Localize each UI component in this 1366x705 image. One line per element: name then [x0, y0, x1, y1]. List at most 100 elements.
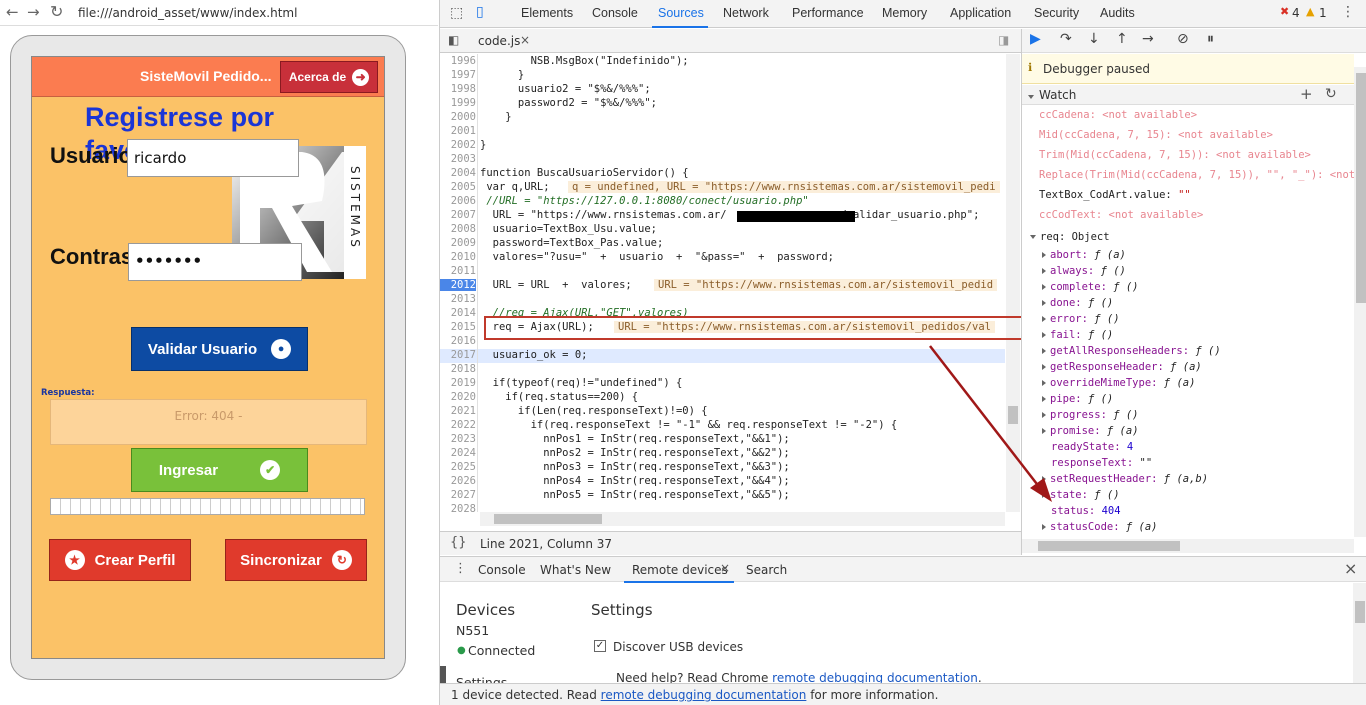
line-number[interactable]: 1999 — [440, 97, 476, 109]
pause-exceptions-icon[interactable]: ⏸ — [1207, 31, 1214, 47]
sync-button[interactable]: Sincronizar ↻ — [225, 539, 367, 581]
file-tab-code-js[interactable]: code.js — [478, 34, 520, 48]
help-link[interactable]: remote debugging documentation — [772, 671, 978, 683]
line-number[interactable]: 2005 — [440, 181, 476, 193]
line-number[interactable]: 2001 — [440, 125, 476, 137]
sidebar-hscrollbar[interactable] — [1022, 539, 1354, 553]
close-tab-icon[interactable]: × — [720, 561, 730, 575]
line-number[interactable]: 2026 — [440, 475, 476, 487]
tab-security[interactable]: Security — [1034, 6, 1079, 20]
line-number[interactable]: 2024 — [440, 447, 476, 459]
step-into-icon[interactable]: ↓ — [1088, 31, 1100, 47]
navigator-toggle-icon[interactable]: ◧ — [448, 33, 459, 47]
editor-hscrollbar[interactable] — [480, 512, 1005, 526]
line-number[interactable]: 2000 — [440, 111, 476, 123]
forward-icon[interactable]: → — [27, 3, 40, 21]
status-link[interactable]: remote debugging documentation — [601, 688, 807, 702]
tab-console[interactable]: Console — [592, 6, 638, 20]
line-number[interactable]: 1998 — [440, 83, 476, 95]
line-number[interactable]: 2010 — [440, 251, 476, 263]
error-count[interactable]: 4 — [1292, 6, 1300, 20]
property-row[interactable]: done: ƒ () — [1042, 297, 1113, 309]
line-number[interactable]: 2025 — [440, 461, 476, 473]
line-number[interactable]: 2021 — [440, 405, 476, 417]
property-row[interactable]: error: ƒ () — [1042, 313, 1120, 325]
watch-item-req[interactable]: req: Object — [1030, 231, 1110, 243]
discover-usb-checkbox[interactable]: ✓ — [594, 640, 606, 652]
validate-user-button[interactable]: Validar Usuario ● — [131, 327, 308, 371]
tab-performance[interactable]: Performance — [792, 6, 864, 20]
username-field[interactable]: ricardo — [127, 139, 299, 177]
debugger-toggle-icon[interactable]: ◨ — [998, 33, 1009, 47]
watch-header[interactable]: Watch + ↻ — [1022, 85, 1354, 105]
line-number[interactable]: 2002 — [440, 139, 476, 151]
inspect-icon[interactable]: ⬚ — [450, 5, 463, 21]
watch-item[interactable]: Mid(ccCadena, 7, 15): <not available> — [1039, 129, 1273, 141]
device-toggle-icon[interactable]: ▯ — [476, 4, 484, 20]
create-profile-button[interactable]: ★ Crear Perfil — [49, 539, 191, 581]
sidebar-scrollbar[interactable] — [1354, 67, 1366, 537]
watch-item[interactable]: Trim(Mid(ccCadena, 7, 15)): <not availab… — [1039, 149, 1311, 161]
drawer-menu-icon[interactable]: ⋮ — [454, 561, 467, 576]
line-number[interactable]: 2027 — [440, 489, 476, 501]
property-row[interactable]: complete: ƒ () — [1042, 281, 1139, 293]
property-row[interactable]: statusCode: ƒ (a) — [1042, 521, 1157, 533]
menu-icon[interactable]: ⋮ — [1341, 4, 1355, 20]
line-number[interactable]: 2015 — [440, 321, 476, 333]
settings-side-item[interactable]: Settings — [456, 675, 507, 683]
about-button[interactable]: Acerca de ➜ — [280, 61, 378, 93]
line-number[interactable]: 2016 — [440, 335, 476, 347]
drawer-scrollbar[interactable] — [1353, 583, 1366, 683]
line-number[interactable]: 2023 — [440, 433, 476, 445]
line-number[interactable]: 2020 — [440, 391, 476, 403]
tab-network[interactable]: Network — [723, 6, 769, 20]
reload-icon[interactable]: ↻ — [50, 2, 63, 21]
line-number[interactable]: 2012 — [440, 279, 476, 291]
line-number[interactable]: 2028 — [440, 503, 476, 512]
url-text[interactable]: file:///android_asset/www/index.html — [78, 6, 297, 20]
line-number[interactable]: 2013 — [440, 293, 476, 305]
watch-item[interactable]: ccCodText: <not available> — [1039, 209, 1203, 221]
watch-item[interactable]: ccCadena: <not available> — [1039, 109, 1197, 121]
line-number[interactable]: 2006 — [440, 195, 476, 207]
add-watch-icon[interactable]: + — [1300, 85, 1313, 103]
resume-icon[interactable]: ▶ — [1030, 31, 1041, 47]
line-number[interactable]: 2017 — [440, 349, 476, 361]
line-number[interactable]: 2018 — [440, 363, 476, 375]
line-number[interactable]: 2019 — [440, 377, 476, 389]
refresh-icon[interactable]: ↻ — [1325, 86, 1337, 102]
line-number[interactable]: 2008 — [440, 223, 476, 235]
login-button[interactable]: Ingresar ✔ — [131, 448, 308, 492]
step-out-icon[interactable]: ↑ — [1116, 31, 1128, 47]
line-number[interactable]: 2004 — [440, 167, 476, 179]
close-drawer-icon[interactable]: × — [1344, 559, 1357, 578]
device-name[interactable]: N551 — [456, 623, 489, 638]
tab-application[interactable]: Application — [950, 6, 1011, 20]
tab-audits[interactable]: Audits — [1100, 6, 1135, 20]
watch-item[interactable]: Replace(Trim(Mid(ccCadena, 7, 15)), "", … — [1039, 169, 1354, 181]
line-number[interactable]: 2003 — [440, 153, 476, 165]
line-number[interactable]: 1997 — [440, 69, 476, 81]
line-number[interactable]: 2009 — [440, 237, 476, 249]
tab-sources[interactable]: Sources — [658, 6, 704, 20]
tab-memory[interactable]: Memory — [882, 6, 927, 20]
back-icon[interactable]: ← — [6, 3, 19, 21]
line-number[interactable]: 2014 — [440, 307, 476, 319]
property-row[interactable]: always: ƒ () — [1042, 265, 1126, 277]
drawer-tab-console[interactable]: Console — [478, 563, 526, 577]
line-number[interactable]: 1996 — [440, 55, 476, 67]
watch-item[interactable]: TextBox_CodArt.value: "" — [1039, 189, 1191, 201]
line-number[interactable]: 2007 — [440, 209, 476, 221]
drawer-tab-whats-new[interactable]: What's New — [540, 563, 611, 577]
warning-count[interactable]: 1 — [1319, 6, 1327, 20]
drawer-tab-remote-devices[interactable]: Remote devices — [632, 563, 728, 577]
close-icon[interactable]: × — [520, 33, 530, 47]
step-over-icon[interactable]: ↷ — [1060, 31, 1072, 47]
password-field[interactable]: ••••••• — [128, 243, 302, 281]
line-number[interactable]: 2011 — [440, 265, 476, 277]
pretty-print-icon[interactable]: {} — [450, 535, 467, 550]
deactivate-breakpoints-icon[interactable]: ⊘ — [1177, 31, 1189, 47]
tab-elements[interactable]: Elements — [521, 6, 573, 20]
step-icon[interactable]: → — [1142, 31, 1154, 47]
line-number[interactable]: 2022 — [440, 419, 476, 431]
